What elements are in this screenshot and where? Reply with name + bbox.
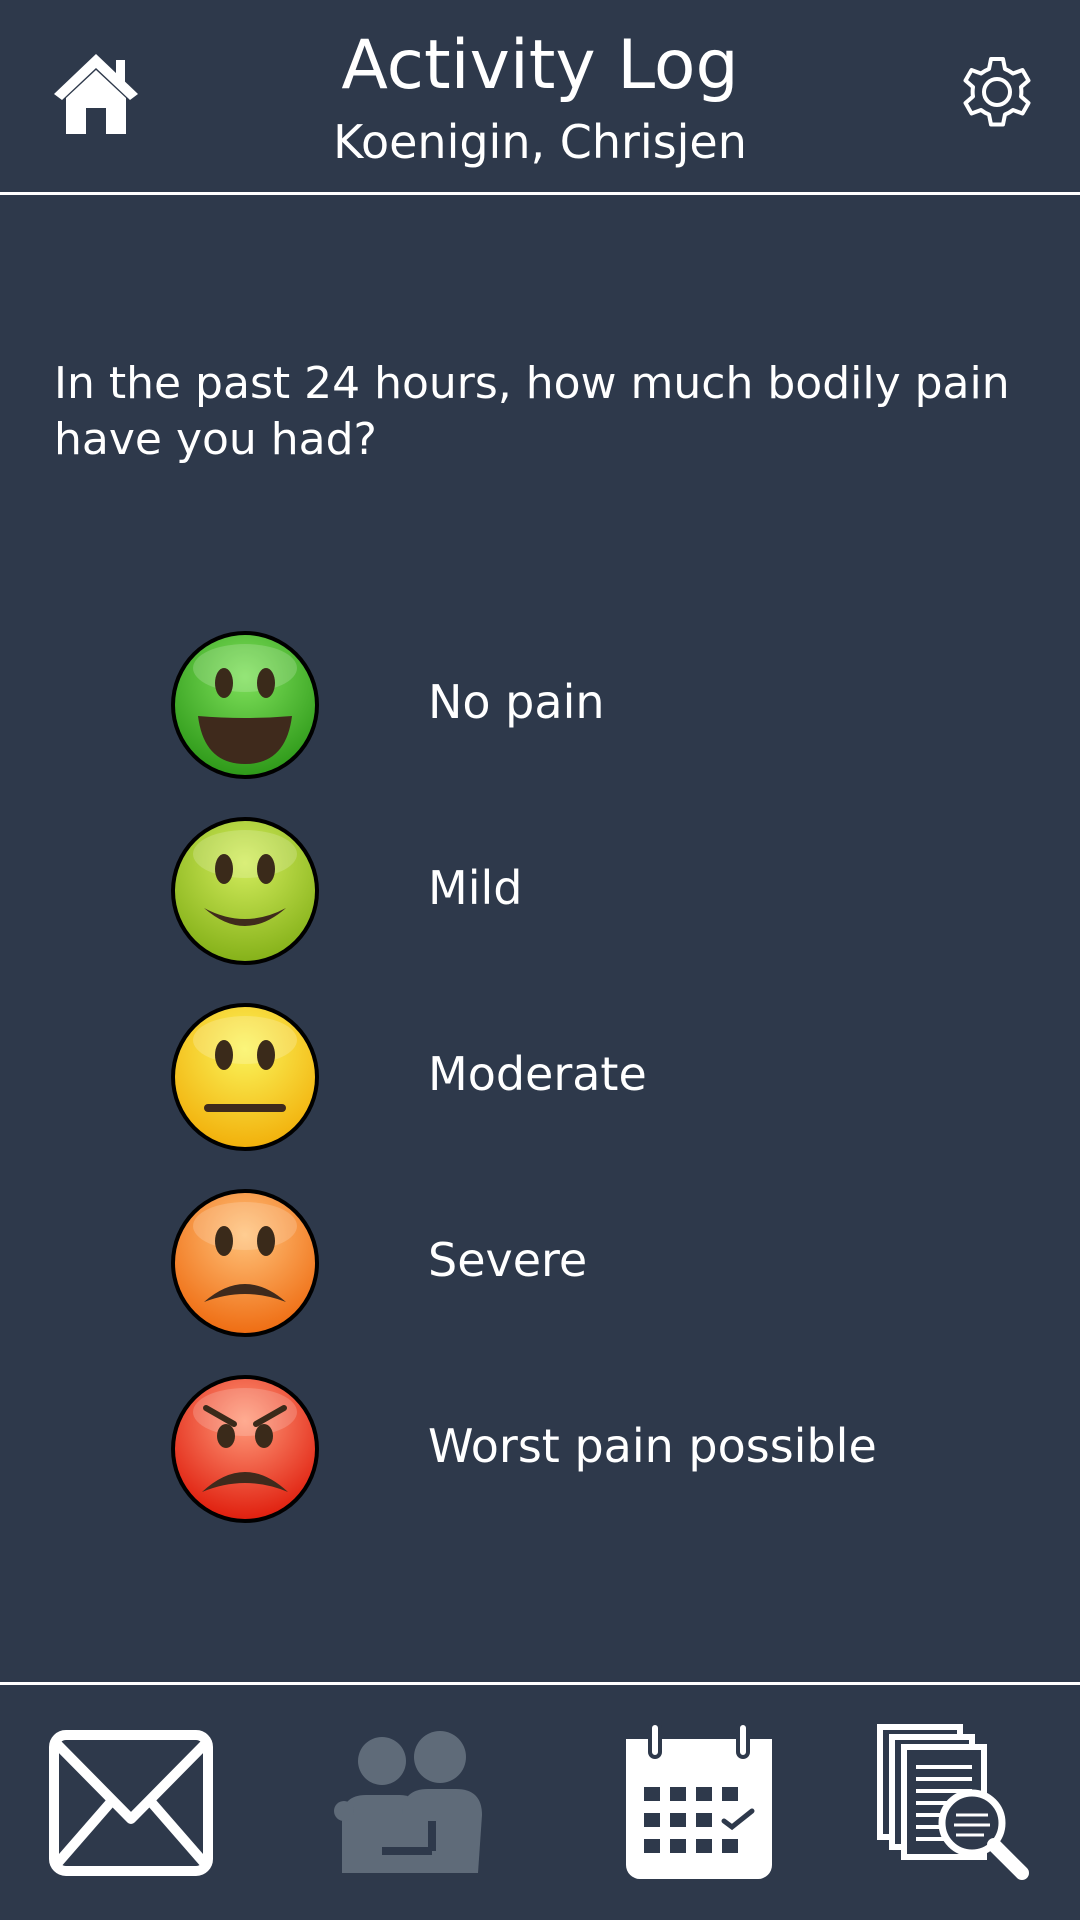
- option-no-pain[interactable]: No pain: [160, 620, 920, 790]
- calendar-button[interactable]: [614, 1721, 784, 1883]
- page-title: Activity Log: [341, 26, 739, 105]
- activity-log-screen: Activity Log Koenigin, Chrisjen In the p…: [0, 0, 1080, 1920]
- home-icon: [54, 54, 138, 134]
- sad-face-icon: [171, 1189, 319, 1337]
- gear-icon: [963, 57, 1031, 127]
- app-header: Activity Log Koenigin, Chrisjen: [0, 0, 1080, 192]
- angry-face-icon: [171, 1375, 319, 1523]
- messages-button[interactable]: [46, 1723, 216, 1883]
- settings-button[interactable]: [954, 50, 1040, 136]
- documents-search-icon: [877, 1724, 1029, 1880]
- very-happy-face-icon: [171, 631, 319, 779]
- option-mild[interactable]: Mild: [160, 806, 920, 976]
- home-button[interactable]: [52, 50, 140, 138]
- documents-search-button[interactable]: [872, 1723, 1042, 1883]
- option-label: No pain: [428, 675, 605, 729]
- option-label: Moderate: [428, 1047, 647, 1101]
- bottom-nav-bar: [0, 1685, 1080, 1920]
- option-label: Mild: [428, 861, 523, 915]
- calendar-icon: [626, 1721, 772, 1879]
- neutral-face-icon: [171, 1003, 319, 1151]
- option-label: Severe: [428, 1233, 588, 1287]
- header-divider: [0, 192, 1080, 195]
- option-moderate[interactable]: Moderate: [160, 992, 920, 1162]
- patient-name: Koenigin, Chrisjen: [333, 115, 747, 169]
- option-worst-pain[interactable]: Worst pain possible: [160, 1364, 920, 1534]
- people-icon: [334, 1731, 482, 1873]
- option-severe[interactable]: Severe: [160, 1178, 920, 1348]
- happy-face-icon: [171, 817, 319, 965]
- mail-icon: [49, 1730, 213, 1876]
- care-team-button[interactable]: [322, 1723, 492, 1883]
- question-text: In the past 24 hours, how much bodily pa…: [54, 358, 1010, 465]
- option-label: Worst pain possible: [428, 1419, 877, 1473]
